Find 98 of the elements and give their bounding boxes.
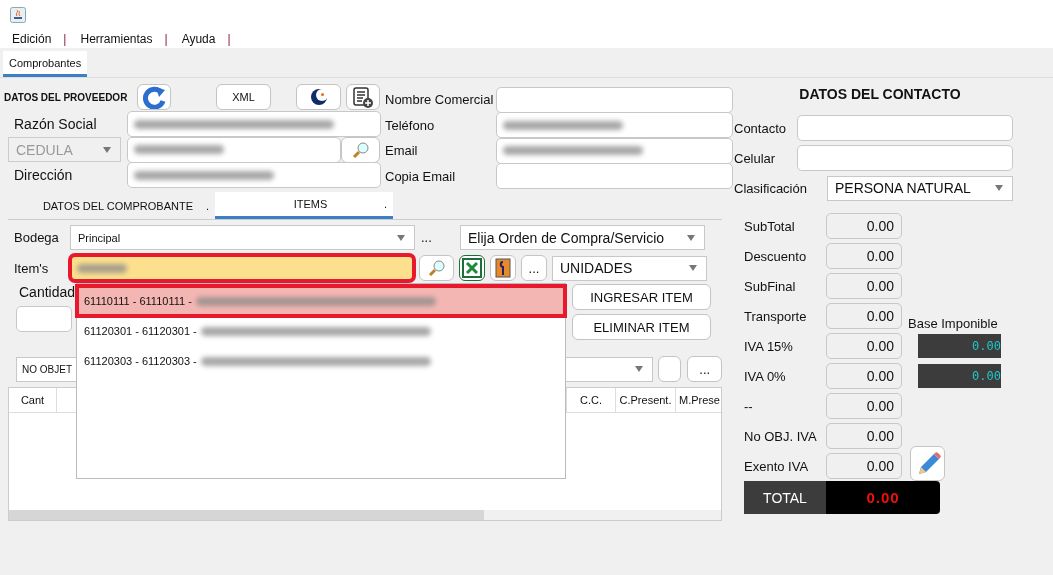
- column-header[interactable]: C.C.: [567, 388, 616, 412]
- section-title: DATOS DEL CONTACTO: [798, 85, 962, 104]
- refresh-icon: [141, 85, 167, 109]
- list-add-icon: [352, 86, 374, 108]
- add-item-button[interactable]: INGRESAR ITEM: [572, 284, 711, 310]
- field-label: Razón Social: [13, 116, 98, 132]
- value-field: 0.00: [918, 334, 1001, 358]
- field-label: --: [744, 398, 754, 414]
- field-label: Teléfono: [384, 117, 436, 133]
- field-label: Email: [384, 143, 419, 159]
- menu-separator: |: [227, 32, 232, 46]
- refresh-button[interactable]: [137, 84, 171, 110]
- suggestion-item[interactable]: 61120301 - 61120301 -: [77, 316, 565, 346]
- value-field: 0.00: [826, 303, 902, 329]
- field-label: Exento IVA: [744, 458, 810, 474]
- value-field: 0.00: [826, 393, 902, 419]
- field-label: Bodega: [13, 230, 60, 245]
- value-field: 0.00: [918, 364, 1001, 388]
- menu-item[interactable]: Ayuda: [181, 32, 228, 46]
- dropdown-arrow-icon: [994, 185, 1004, 191]
- spreadsheet-icon: [462, 258, 482, 278]
- menu-item[interactable]: Edición: [12, 32, 64, 46]
- menu-item[interactable]: Herramientas: [80, 32, 165, 46]
- field-label: IVA 0%: [744, 368, 787, 384]
- section-title: DATOS DEL PROVEEDOR: [4, 91, 129, 103]
- more-button[interactable]: ...: [521, 255, 547, 281]
- suggestion-item[interactable]: 61120303 - 61120303 -: [77, 346, 565, 376]
- dropdown[interactable]: Principal: [70, 225, 415, 250]
- input-field[interactable]: [127, 136, 341, 163]
- menu-separator: |: [164, 32, 169, 46]
- field-label: Transporte: [744, 308, 808, 324]
- app-icon: [10, 7, 26, 23]
- dropdown[interactable]: UNIDADES: [552, 255, 707, 281]
- edit-button[interactable]: [910, 446, 945, 481]
- field-label: Base Imponible: [907, 316, 999, 331]
- dropdown-arrow-icon: [688, 265, 698, 271]
- tab[interactable]: Comprobantes: [3, 51, 88, 77]
- field-label: Celular: [734, 150, 777, 166]
- field-label: Copia Email: [384, 168, 457, 184]
- blank-button[interactable]: [657, 356, 682, 382]
- more-button[interactable]: ...: [687, 356, 722, 382]
- figure-icon: [495, 258, 511, 278]
- scrollbar-thumb[interactable]: [9, 510, 484, 520]
- figure-button[interactable]: [490, 255, 516, 281]
- menu-separator: |: [63, 32, 68, 46]
- dropdown-arrow-icon: [102, 146, 112, 153]
- input-field[interactable]: [496, 86, 733, 113]
- moon-button[interactable]: [296, 84, 341, 110]
- column-header[interactable]: C.Present.: [616, 388, 676, 412]
- field-label: IVA 15%: [744, 338, 794, 354]
- value-field: 0.00: [826, 213, 902, 239]
- field-label: Dirección: [13, 167, 74, 183]
- input-field[interactable]: [797, 115, 1013, 141]
- input-field[interactable]: [70, 255, 414, 281]
- total-value: 0.00: [826, 481, 940, 514]
- blurred-text: [77, 263, 127, 273]
- input-field[interactable]: [127, 111, 381, 137]
- field-label: Clasificación: [734, 180, 808, 196]
- input-field[interactable]: [127, 162, 381, 188]
- field-label: Contacto: [734, 120, 788, 136]
- value-field: 0.00: [826, 423, 902, 449]
- dropdown-arrow-icon: [686, 234, 696, 241]
- export-button[interactable]: [459, 255, 485, 281]
- field-label: SubFinal: [744, 278, 797, 294]
- search-button[interactable]: [419, 255, 454, 281]
- field-label: Item's: [13, 260, 50, 276]
- suggestion-item[interactable]: 61110111 - 61110111 -: [77, 286, 565, 316]
- value-field: 0.00: [826, 453, 902, 479]
- dropdown-arrow-icon: [396, 234, 406, 241]
- field-label: SubTotal: [744, 218, 796, 234]
- column-header[interactable]: M.Prese: [676, 388, 721, 412]
- input-field[interactable]: [496, 112, 733, 139]
- dropdown[interactable]: Elija Orden de Compra/Servicio: [460, 225, 705, 250]
- ellipsis-text: ...: [420, 230, 433, 245]
- value-field: 0.00: [826, 273, 902, 299]
- search-icon: [352, 141, 369, 158]
- input-field[interactable]: [496, 137, 733, 164]
- input-field[interactable]: [496, 163, 733, 190]
- delete-item-button[interactable]: ELIMINAR ITEM: [572, 314, 711, 340]
- value-field: 0.00: [826, 333, 902, 359]
- moon-icon: [309, 88, 328, 106]
- field-label: Descuento: [744, 248, 808, 264]
- dropdown-arrow-icon: [633, 366, 644, 372]
- input-field[interactable]: [797, 145, 1013, 171]
- field-label: Cantidad: [18, 284, 76, 302]
- search-button[interactable]: [341, 136, 380, 163]
- value-field: 0.00: [826, 243, 902, 269]
- tab[interactable]: ITEMS .: [215, 192, 393, 219]
- column-header[interactable]: Cant: [9, 388, 57, 412]
- field-label: No OBJ. IVA: [744, 428, 818, 444]
- dropdown[interactable]: PERSONA NATURAL: [827, 175, 1013, 201]
- search-icon: [428, 260, 445, 276]
- field-label: Nombre Comercial: [384, 92, 495, 108]
- list-add-button[interactable]: [346, 84, 380, 110]
- xml-button[interactable]: XML: [216, 84, 271, 110]
- value-field: 0.00: [826, 363, 902, 389]
- input-field[interactable]: [16, 306, 72, 332]
- total-label: TOTAL: [744, 481, 826, 514]
